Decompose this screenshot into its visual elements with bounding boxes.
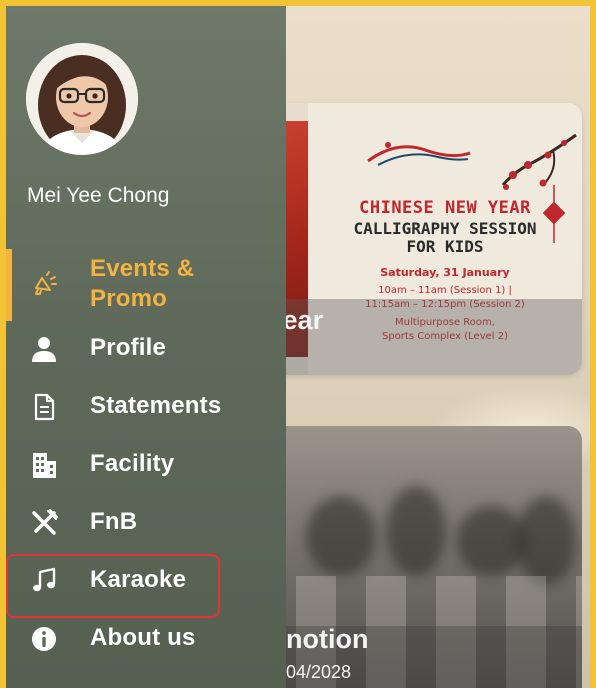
document-icon — [30, 393, 58, 421]
menu-item-profile[interactable]: Profile — [6, 324, 286, 374]
avatar[interactable] — [26, 43, 138, 155]
menu-item-label: Facility — [90, 450, 175, 477]
info-icon — [30, 625, 58, 653]
poster-title: CHINESE NEW YEAR — [359, 198, 531, 218]
poster-subtitle: CALLIGRAPHY SESSION FOR KIDS — [308, 220, 582, 256]
event-card-date: 04/2028 — [286, 662, 352, 682]
menu-item-label: FnB — [90, 508, 138, 535]
avatar-portrait-icon — [26, 43, 138, 155]
poster-subtitle-line-2: FOR KIDS — [406, 237, 484, 256]
menu-item-label: Profile — [90, 334, 167, 361]
menu-item-events-promo[interactable]: Events & Promo — [6, 252, 286, 318]
menu-item-label-line-2: Promo — [90, 285, 168, 312]
event-card-title: notion — [286, 624, 369, 654]
menu-item-label: Events & Promo — [90, 254, 194, 314]
menu-item-label-line-1: Events & — [90, 255, 195, 282]
poster-date: Saturday, 31 January — [380, 266, 510, 279]
menu-item-about-us[interactable]: About us — [6, 614, 286, 664]
app-frame: CHINESE NEW YEAR CALLIGRAPHY SESSION FOR… — [0, 0, 596, 688]
menu-item-fnb[interactable]: FnB — [6, 498, 286, 548]
menu-item-statements[interactable]: Statements — [6, 382, 286, 432]
photo-blur — [516, 496, 576, 586]
user-name: Mei Yee Chong — [27, 184, 170, 207]
poster-time-line-1: 10am – 11am (Session 1) | — [378, 285, 512, 296]
user-icon — [30, 335, 58, 363]
photo-blur — [386, 486, 446, 576]
karaoke-highlight-box — [6, 554, 220, 618]
menu-item-facility[interactable]: Facility — [6, 440, 286, 490]
megaphone-icon — [30, 270, 58, 298]
club-logo-icon — [367, 142, 471, 166]
menu-item-label: About us — [90, 624, 196, 651]
photo-blur — [306, 496, 376, 576]
menu-item-label: Statements — [90, 392, 222, 419]
utensils-icon — [30, 509, 58, 537]
navigation-drawer: Mei Yee Chong Events & Promo Profile Sta… — [6, 6, 286, 688]
poster-subtitle-line-1: CALLIGRAPHY SESSION — [353, 219, 537, 238]
building-icon — [30, 451, 58, 479]
